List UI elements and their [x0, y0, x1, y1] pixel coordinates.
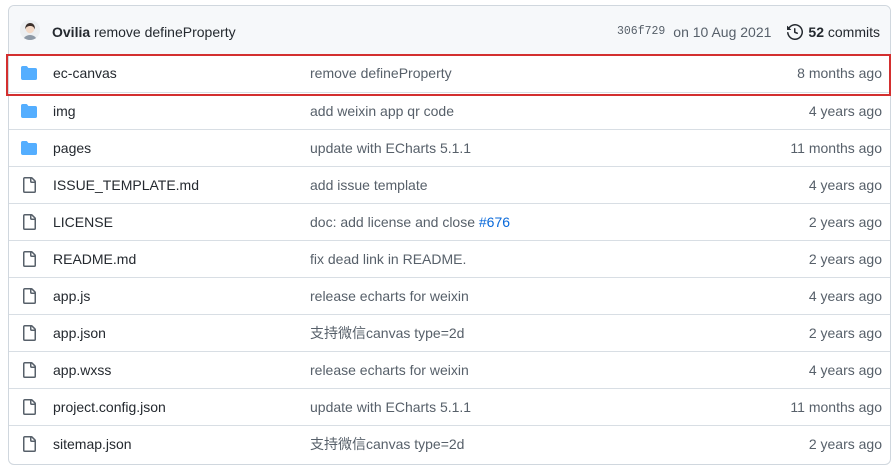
file-row[interactable]: pages update with ECharts 5.1.1 11 months … — [9, 129, 890, 166]
file-row[interactable]: README.md fix dead link in README. 2 years… — [9, 240, 890, 277]
commit-title[interactable]: remove defineProperty — [94, 24, 236, 40]
commit-message-link[interactable]: release echarts for weixin — [310, 288, 469, 304]
commit-message: release echarts for weixin — [310, 361, 469, 379]
file-icon — [21, 288, 37, 304]
file-link[interactable]: ISSUE_TEMPLATE.md — [53, 176, 199, 194]
file-row[interactable]: ISSUE_TEMPLATE.md add issue template 4 yea… — [9, 166, 890, 203]
history-icon — [787, 23, 804, 41]
folder-link[interactable]: pages — [53, 139, 91, 157]
commits-count: 52 — [808, 24, 824, 40]
commits-label: commits — [827, 24, 880, 40]
file-link[interactable]: project.config.json — [53, 398, 166, 416]
file-row[interactable]: app.js release echarts for weixin 4 years … — [9, 277, 890, 314]
commit-message: fix dead link in README. — [310, 250, 466, 268]
commit-message-link[interactable]: update with ECharts 5.1.1 — [310, 399, 471, 415]
folder-icon — [21, 65, 37, 81]
file-icon — [21, 399, 37, 415]
commit-message-link[interactable]: release echarts for weixin — [310, 362, 469, 378]
commit-age[interactable]: 4 years ago — [809, 361, 882, 379]
file-icon — [21, 177, 37, 193]
commit-age[interactable]: 8 months ago — [797, 64, 882, 82]
commit-age[interactable]: 2 years ago — [809, 213, 882, 231]
file-icon — [21, 251, 37, 267]
file-icon — [21, 325, 37, 341]
avatar[interactable] — [20, 20, 40, 40]
file-browser: Ovilia remove defineProperty 306f729 on … — [8, 5, 891, 465]
commit-age[interactable]: 2 years ago — [809, 435, 882, 453]
commit-message-link[interactable]: remove defineProperty — [310, 65, 452, 81]
commit-message: add issue template — [310, 176, 428, 194]
latest-commit-bar: Ovilia remove defineProperty 306f729 on … — [9, 6, 890, 55]
commit-message: release echarts for weixin — [310, 287, 469, 305]
commit-message-link[interactable]: 支持微信canvas type=2d — [310, 436, 464, 452]
folder-icon — [21, 103, 37, 119]
commit-message: 支持微信canvas type=2d — [310, 435, 464, 453]
file-link[interactable]: app.wxss — [53, 361, 111, 379]
commit-message-link[interactable]: doc: add license and close — [310, 214, 479, 230]
folder-link[interactable]: ec-canvas — [53, 64, 117, 82]
commit-age[interactable]: 4 years ago — [809, 287, 882, 305]
file-icon — [21, 362, 37, 378]
commit-sha[interactable]: 306f729 — [617, 23, 665, 41]
commit-message-link[interactable]: 支持微信canvas type=2d — [310, 325, 464, 341]
folder-icon — [21, 140, 37, 156]
issue-link[interactable]: #676 — [479, 214, 510, 230]
commit-message-link[interactable]: update with ECharts 5.1.1 — [310, 140, 471, 156]
file-row[interactable]: app.wxss release echarts for weixin 4 year… — [9, 351, 890, 388]
commit-author[interactable]: Ovilia — [52, 24, 90, 40]
commit-age[interactable]: 2 years ago — [809, 250, 882, 268]
file-row[interactable]: sitemap.json 支持微信canvas type=2d 2 years ag… — [9, 425, 890, 462]
commit-message-link[interactable]: add weixin app qr code — [310, 103, 454, 119]
commit-age[interactable]: 11 months ago — [790, 398, 882, 416]
commit-message-link[interactable]: fix dead link in README. — [310, 251, 466, 267]
file-icon — [21, 436, 37, 452]
file-row[interactable]: img add weixin app qr code 4 years ago — [9, 92, 890, 129]
commits-link[interactable]: 52 commits — [808, 23, 880, 41]
commit-age[interactable]: 4 years ago — [809, 176, 882, 194]
file-list: ec-canvas remove defineProperty 8 months a… — [9, 55, 890, 462]
commit-meta: 306f729 on 10 Aug 2021 52 commits — [617, 23, 880, 41]
file-row[interactable]: project.config.json update with ECharts 5… — [9, 388, 890, 425]
commit-message: remove defineProperty — [310, 64, 452, 82]
commit-age[interactable]: 2 years ago — [809, 324, 882, 342]
commit-message-link[interactable]: add issue template — [310, 177, 428, 193]
commit-message: 支持微信canvas type=2d — [310, 324, 464, 342]
commit-message: update with ECharts 5.1.1 — [310, 139, 471, 157]
file-row[interactable]: ec-canvas remove defineProperty 8 months a… — [9, 55, 890, 92]
commit-age[interactable]: 11 months ago — [790, 139, 882, 157]
file-link[interactable]: app.js — [53, 287, 90, 305]
file-icon — [21, 214, 37, 230]
file-link[interactable]: sitemap.json — [53, 435, 132, 453]
file-row[interactable]: LICENSE doc: add license and close #676 2 … — [9, 203, 890, 240]
avatar-image-icon — [20, 20, 40, 40]
commit-age[interactable]: 4 years ago — [809, 102, 882, 120]
file-link[interactable]: LICENSE — [53, 213, 113, 231]
commit-message: doc: add license and close #676 — [310, 213, 510, 231]
commit-message: add weixin app qr code — [310, 102, 454, 120]
folder-link[interactable]: img — [53, 102, 76, 120]
commit-message: update with ECharts 5.1.1 — [310, 398, 471, 416]
file-link[interactable]: README.md — [53, 250, 136, 268]
commit-date[interactable]: on 10 Aug 2021 — [673, 23, 771, 41]
file-row[interactable]: app.json 支持微信canvas type=2d 2 years ago — [9, 314, 890, 351]
latest-commit-message: Ovilia remove defineProperty — [52, 23, 236, 41]
file-link[interactable]: app.json — [53, 324, 106, 342]
